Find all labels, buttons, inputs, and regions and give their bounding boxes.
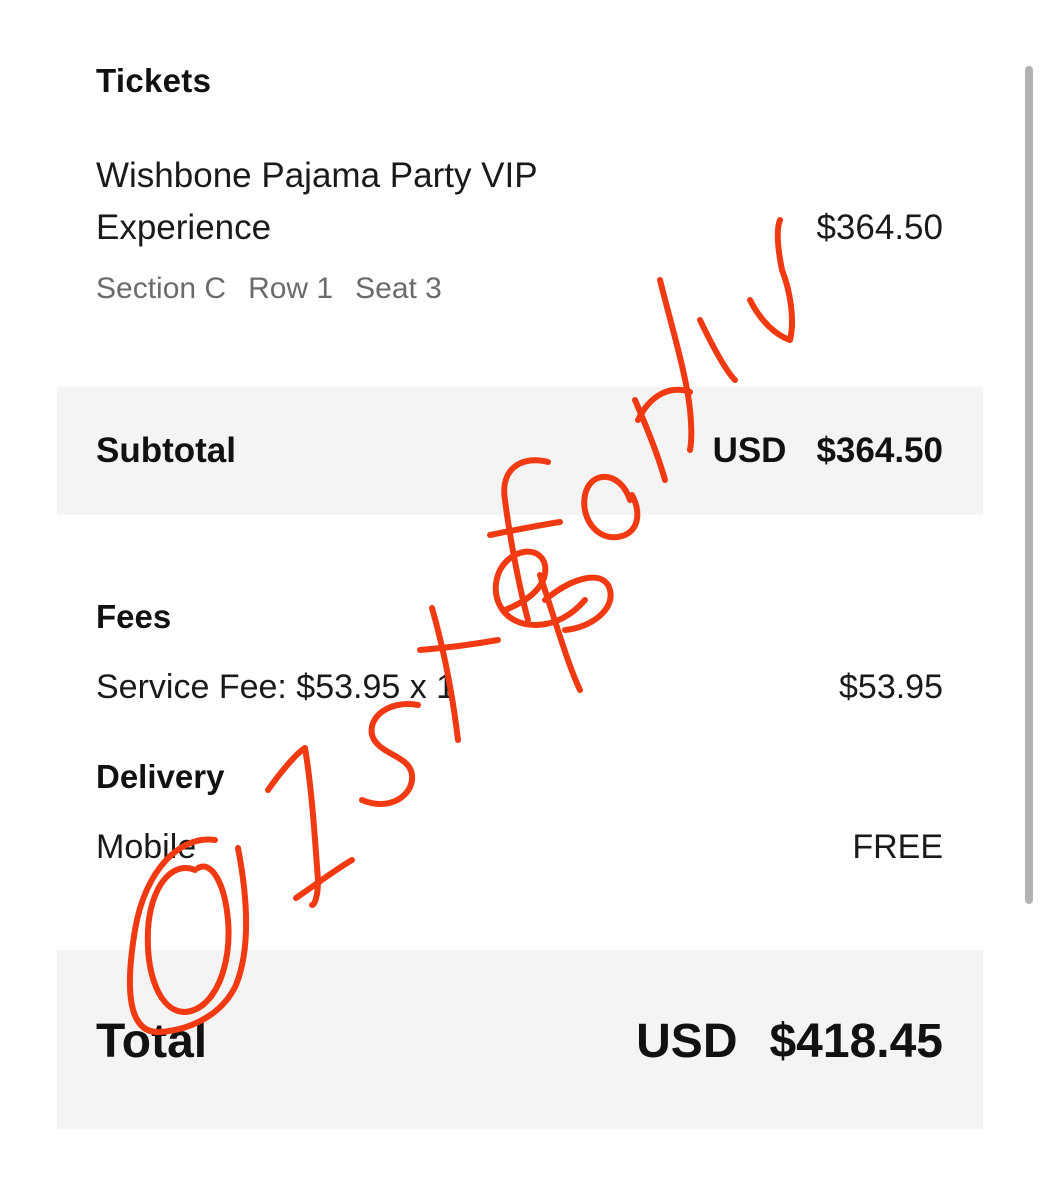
subtotal-currency: USD [712,431,787,470]
total-label: Total [96,1015,208,1068]
service-fee-label: Service Fee: $53.95 x 1 [96,668,456,706]
delivery-header: Delivery [96,758,225,795]
ticket-price: $364.50 [816,208,943,247]
total-amount-group: USD $418.45 [636,1014,943,1069]
delivery-cost: FREE [852,828,943,866]
subtotal-amount-group: USD $364.50 [713,431,943,471]
seat-info: Section C Row 1 Seat 3 [96,272,442,306]
tickets-header: Tickets [96,62,212,99]
scrollbar[interactable] [1025,66,1033,904]
seat-row: Row 1 [248,272,334,305]
seat-section: Section C [96,272,227,305]
total-currency: USD [636,1015,738,1068]
total-band: Total USD $418.45 [57,950,983,1129]
fees-header: Fees [96,598,172,635]
service-fee-amount: $53.95 [839,668,943,706]
subtotal-amount: $364.50 [816,431,943,470]
total-amount: $418.45 [769,1015,943,1068]
subtotal-label: Subtotal [96,431,236,470]
delivery-method: Mobile [96,828,197,866]
subtotal-band: Subtotal USD $364.50 [57,387,983,515]
seat-number: Seat 3 [355,272,442,305]
ticket-event-name: Wishbone Pajama Party VIP Experience [96,156,537,247]
